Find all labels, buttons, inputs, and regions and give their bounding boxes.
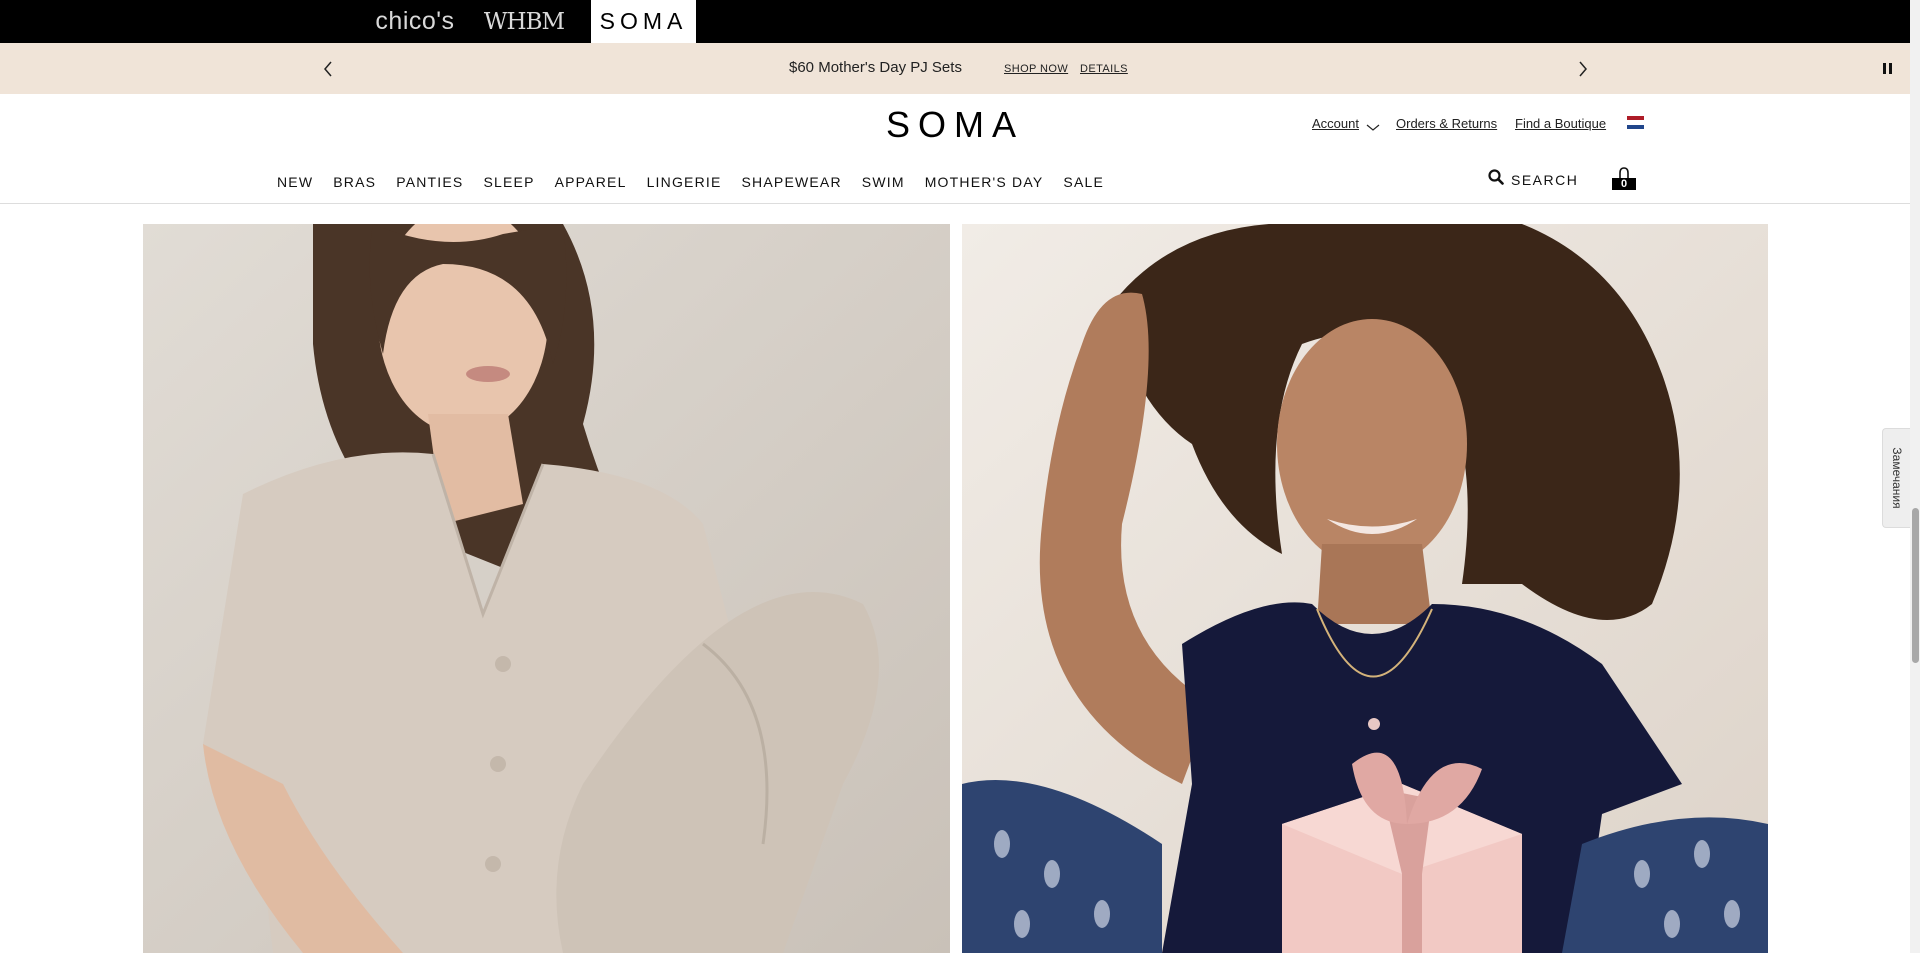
- promo-message: $60 Mother's Day PJ Sets: [789, 59, 962, 76]
- nav-item-new[interactable]: NEW: [277, 174, 313, 190]
- pause-icon[interactable]: [1883, 63, 1895, 75]
- nav-item-sale[interactable]: SALE: [1063, 174, 1104, 190]
- search-label: SEARCH: [1511, 171, 1579, 188]
- nav-item-shapewear[interactable]: SHAPEWEAR: [742, 174, 842, 190]
- soma-logo[interactable]: SOMA: [886, 104, 1024, 146]
- scrollbar-thumb[interactable]: [1912, 508, 1919, 663]
- nav-item-bras[interactable]: BRAS: [333, 174, 376, 190]
- bag-count-badge: 0: [1612, 178, 1636, 190]
- scrollbar-track[interactable]: [1910, 0, 1920, 953]
- orders-returns-link[interactable]: Orders & Returns: [1396, 116, 1497, 131]
- promo-shop-now-link[interactable]: SHOP NOW: [1004, 63, 1068, 75]
- find-boutique-link[interactable]: Find a Boutique: [1515, 116, 1606, 131]
- hero-image-navy-tee-gift[interactable]: [962, 224, 1768, 953]
- nav-item-lingerie[interactable]: LINGERIE: [647, 174, 722, 190]
- promo-bar: $60 Mother's Day PJ Sets SHOP NOW DETAIL…: [0, 43, 1910, 94]
- nav-item-apparel[interactable]: APPAREL: [555, 174, 627, 190]
- chevron-left-icon[interactable]: [318, 59, 338, 79]
- search-icon: [1488, 169, 1504, 190]
- shopping-bag-button[interactable]: 0: [1612, 166, 1638, 190]
- search-button[interactable]: SEARCH: [1488, 169, 1578, 190]
- hero-image-beige-pajamas[interactable]: [143, 224, 950, 953]
- site-header: SOMA Account Orders & Returns Find a Bou…: [0, 94, 1910, 204]
- chevron-down-icon[interactable]: [1366, 119, 1380, 137]
- brand-link-chicos[interactable]: chico's: [366, 0, 464, 43]
- nav-item-swim[interactable]: SWIM: [862, 174, 905, 190]
- chevron-right-icon[interactable]: [1573, 59, 1593, 79]
- brand-bar: chico's WHBM SOMA: [0, 0, 1920, 43]
- nav-item-sleep[interactable]: SLEEP: [483, 174, 534, 190]
- brand-link-whbm[interactable]: WHBM: [478, 0, 570, 43]
- nav-item-panties[interactable]: PANTIES: [396, 174, 463, 190]
- feedback-tab[interactable]: Замечания: [1882, 428, 1910, 528]
- nav-item-mothers-day[interactable]: MOTHER'S DAY: [925, 174, 1044, 190]
- netherlands-flag-icon[interactable]: [1627, 116, 1644, 129]
- main-nav: NEW BRAS PANTIES SLEEP APPAREL LINGERIE …: [277, 174, 1124, 190]
- account-link[interactable]: Account: [1312, 116, 1359, 131]
- feedback-label: Замечания: [1889, 447, 1904, 509]
- brand-link-soma[interactable]: SOMA: [591, 0, 696, 43]
- promo-details-link[interactable]: DETAILS: [1080, 63, 1128, 75]
